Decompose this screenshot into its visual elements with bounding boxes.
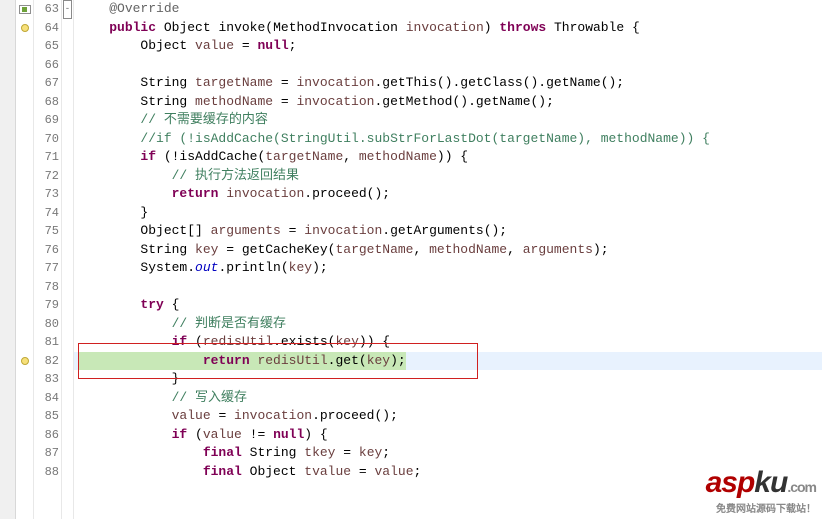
code-line[interactable]: Object[] arguments = invocation.getArgum… xyxy=(74,222,822,241)
line-number: 77 xyxy=(34,259,59,278)
code-line[interactable]: public Object invoke(MethodInvocation in… xyxy=(74,19,822,38)
code-line[interactable]: // 不需要缓存的内容 xyxy=(74,111,822,130)
code-line[interactable]: return redisUtil.get(key); xyxy=(74,352,822,371)
code-line[interactable]: // 写入缓存 xyxy=(74,389,822,408)
line-number: 76 xyxy=(34,241,59,260)
code-line[interactable]: // 执行方法返回结果 xyxy=(74,167,822,186)
code-area[interactable]: @Override public Object invoke(MethodInv… xyxy=(74,0,822,519)
code-line[interactable]: try { xyxy=(74,296,822,315)
code-line[interactable]: } xyxy=(74,370,822,389)
line-number: 88 xyxy=(34,463,59,482)
line-number: 75 xyxy=(34,222,59,241)
code-line[interactable] xyxy=(74,278,822,297)
line-number: 67 xyxy=(34,74,59,93)
line-number: 71 xyxy=(34,148,59,167)
code-line[interactable]: String key = getCacheKey(targetName, met… xyxy=(74,241,822,260)
code-line[interactable]: if (redisUtil.exists(key)) { xyxy=(74,333,822,352)
warning-icon[interactable] xyxy=(21,24,29,32)
code-editor[interactable]: 6364656667686970717273747576777879808182… xyxy=(0,0,822,519)
overview-ruler xyxy=(0,0,16,519)
line-number: 81 xyxy=(34,333,59,352)
line-number: 79 xyxy=(34,296,59,315)
line-number: 68 xyxy=(34,93,59,112)
line-number: 84 xyxy=(34,389,59,408)
line-number: 83 xyxy=(34,370,59,389)
watermark-text: ku xyxy=(754,466,787,499)
code-line[interactable]: if (value != null) { xyxy=(74,426,822,445)
code-line[interactable]: return invocation.proceed(); xyxy=(74,185,822,204)
line-number: 82 xyxy=(34,352,59,371)
code-line[interactable]: String methodName = invocation.getMethod… xyxy=(74,93,822,112)
code-line[interactable]: //if (!isAddCache(StringUtil.subStrForLa… xyxy=(74,130,822,149)
warning-icon[interactable] xyxy=(21,357,29,365)
code-line[interactable]: System.out.println(key); xyxy=(74,259,822,278)
line-number: 86 xyxy=(34,426,59,445)
line-number: 80 xyxy=(34,315,59,334)
code-line[interactable]: String targetName = invocation.getThis()… xyxy=(74,74,822,93)
watermark-text: .com xyxy=(787,479,816,495)
line-number: 87 xyxy=(34,444,59,463)
line-number: 64 xyxy=(34,19,59,38)
folding-column[interactable]: - xyxy=(62,0,74,519)
code-line[interactable]: final String tkey = key; xyxy=(74,444,822,463)
marker-column xyxy=(16,0,34,519)
watermark-logo: aspku.com 免费网站源码下载站！ xyxy=(706,466,816,515)
code-line[interactable]: @Override xyxy=(74,0,822,19)
line-number: 73 xyxy=(34,185,59,204)
line-number-column: 6364656667686970717273747576777879808182… xyxy=(34,0,62,519)
code-line[interactable]: if (!isAddCache(targetName, methodName))… xyxy=(74,148,822,167)
line-number: 63 xyxy=(34,0,59,19)
line-number: 70 xyxy=(34,130,59,149)
watermark-text: asp xyxy=(706,466,755,499)
line-number: 69 xyxy=(34,111,59,130)
watermark-sub: 免费网站源码下载站！ xyxy=(706,500,816,515)
code-line[interactable]: value = invocation.proceed(); xyxy=(74,407,822,426)
code-line[interactable]: // 判断是否有缓存 xyxy=(74,315,822,334)
code-line[interactable]: Object value = null; xyxy=(74,37,822,56)
override-icon[interactable] xyxy=(19,5,31,14)
line-number: 78 xyxy=(34,278,59,297)
fold-toggle[interactable]: - xyxy=(63,0,72,19)
code-line[interactable] xyxy=(74,56,822,75)
line-number: 74 xyxy=(34,204,59,223)
line-number: 66 xyxy=(34,56,59,75)
line-number: 65 xyxy=(34,37,59,56)
line-number: 85 xyxy=(34,407,59,426)
code-line[interactable]: } xyxy=(74,204,822,223)
line-number: 72 xyxy=(34,167,59,186)
